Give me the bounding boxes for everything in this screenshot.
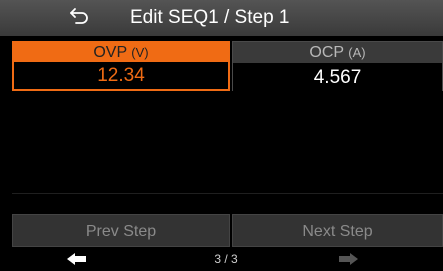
- prev-step-button[interactable]: Prev Step: [12, 214, 230, 247]
- ovp-unit: (V): [131, 45, 149, 60]
- ovp-value: 12.34: [97, 65, 145, 86]
- page-indicator: 3 / 3: [214, 252, 238, 266]
- parameter-row: OVP (V) 12.34 OCP (A) 4.567: [12, 41, 443, 92]
- back-button[interactable]: [64, 4, 94, 32]
- footer-bar: 3 / 3: [0, 250, 443, 268]
- ovp-field[interactable]: OVP (V) 12.34: [12, 41, 230, 91]
- divider: [12, 193, 443, 194]
- ovp-label: OVP (V): [14, 43, 228, 62]
- arrow-left-icon[interactable]: [66, 252, 88, 266]
- arrow-right-icon[interactable]: [337, 252, 359, 266]
- ocp-name: OCP: [309, 44, 344, 61]
- ovp-name: OVP: [93, 44, 127, 61]
- step-navigation: Prev Step Next Step: [12, 214, 443, 247]
- ocp-value: 4.567: [233, 63, 442, 92]
- ocp-label: OCP (A): [233, 42, 442, 63]
- page-title: Edit SEQ1 / Step 1: [130, 7, 290, 28]
- ocp-unit: (A): [348, 45, 366, 60]
- ocp-field[interactable]: OCP (A) 4.567: [232, 41, 443, 92]
- header-bar: Edit SEQ1 / Step 1: [0, 0, 443, 36]
- next-step-button[interactable]: Next Step: [232, 214, 443, 247]
- back-arrow-icon: [68, 6, 90, 31]
